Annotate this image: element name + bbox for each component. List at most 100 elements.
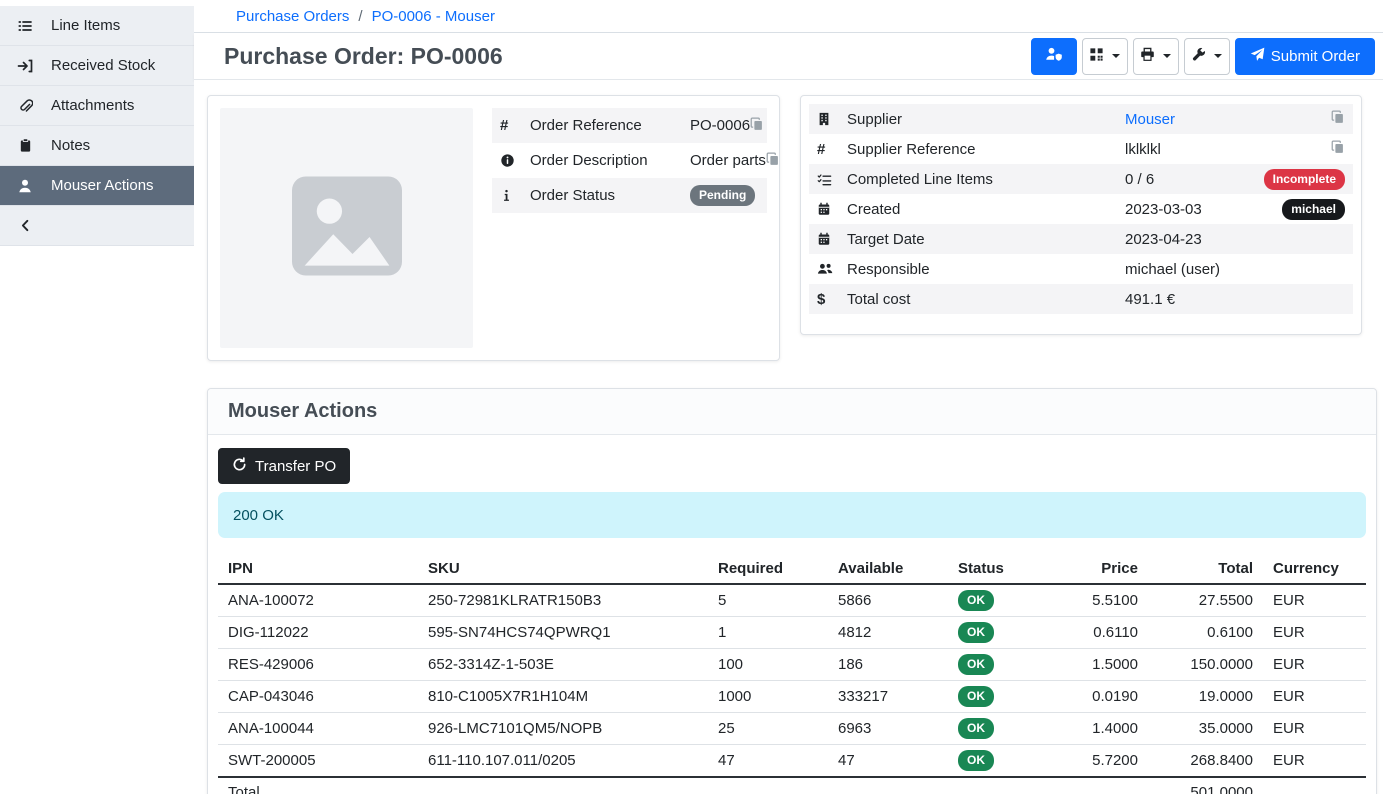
order-status-badge: Pending (690, 185, 755, 206)
col-header-status: Status (948, 554, 1048, 584)
list-icon (15, 18, 35, 34)
table-row: CAP-043046 810-C1005X7R1H104M 1000 33321… (218, 681, 1366, 713)
paperclip-icon (15, 98, 35, 114)
sidebar-item-received-stock[interactable]: Received Stock (0, 46, 194, 86)
copy-icon[interactable] (1331, 110, 1345, 128)
detail-row-order-description: Order Description Order parts (492, 143, 767, 178)
cell-price: 5.7200 (1048, 745, 1148, 778)
status-alert: 200 OK (218, 492, 1366, 538)
col-header-ipn: IPN (218, 554, 418, 584)
cell-available: 333217 (828, 681, 948, 713)
sidebar-item-mouser-actions[interactable]: Mouser Actions (0, 166, 194, 206)
detail-value: 491.1 € (1125, 291, 1175, 308)
cell-available: 6963 (828, 713, 948, 745)
qr-code-icon (1089, 47, 1104, 66)
copy-icon[interactable] (750, 117, 764, 135)
col-header-total: Total (1148, 554, 1263, 584)
paper-plane-icon (1250, 47, 1265, 66)
status-ok-badge: OK (958, 718, 994, 739)
alert-text: 200 OK (233, 507, 284, 524)
cell-currency: EUR (1263, 745, 1366, 778)
cell-status: OK (948, 681, 1048, 713)
sidebar-item-label: Line Items (51, 17, 120, 34)
cell-price: 0.0190 (1048, 681, 1148, 713)
sidebar-item-label: Attachments (51, 97, 134, 114)
part-image-placeholder (220, 108, 473, 348)
image-placeholder-icon (281, 160, 413, 296)
assign-user-button[interactable] (1031, 38, 1077, 75)
sidebar-collapse-button[interactable] (0, 206, 194, 246)
cell-status: OK (948, 584, 1048, 617)
copy-icon[interactable] (1331, 140, 1345, 158)
cell-currency: EUR (1263, 649, 1366, 681)
detail-row-total-cost: $ Total cost 491.1 € (809, 284, 1353, 314)
detail-label: Created (847, 201, 1125, 218)
copy-icon[interactable] (766, 152, 780, 170)
refresh-icon (232, 457, 247, 476)
cell-sku: 810-C1005X7R1H104M (418, 681, 708, 713)
detail-row-order-status: Order Status Pending (492, 178, 767, 213)
col-header-sku: SKU (418, 554, 708, 584)
cell-required: 47 (708, 745, 828, 778)
transfer-po-button[interactable]: Transfer PO (218, 448, 350, 484)
dollar-icon: $ (817, 291, 847, 308)
cell-total: 27.5500 (1148, 584, 1263, 617)
detail-label: Order Status (530, 187, 690, 204)
barcode-dropdown-button[interactable] (1082, 38, 1128, 75)
cell-total: 150.0000 (1148, 649, 1263, 681)
breadcrumb-link-current[interactable]: PO-0006 - Mouser (372, 8, 495, 25)
breadcrumb-link-purchase-orders[interactable]: Purchase Orders (236, 8, 349, 25)
print-dropdown-button[interactable] (1133, 38, 1179, 75)
cell-currency: EUR (1263, 617, 1366, 649)
cell-available: 47 (828, 745, 948, 778)
submit-order-button[interactable]: Submit Order (1235, 38, 1375, 75)
table-row: ANA-100044 926-LMC7101QM5/NOPB 25 6963 O… (218, 713, 1366, 745)
detail-row-supplier-reference: # Supplier Reference lklklkl (809, 134, 1353, 164)
info-icon (500, 189, 530, 202)
cell-available: 186 (828, 649, 948, 681)
detail-label: Order Reference (530, 117, 690, 134)
hash-icon: # (817, 141, 847, 158)
panel-title: Mouser Actions (228, 400, 377, 423)
order-actions-dropdown-button[interactable] (1184, 38, 1230, 75)
supplier-link[interactable]: Mouser (1125, 111, 1175, 128)
breadcrumb: Purchase Orders / PO-0006 - Mouser (194, 0, 1383, 33)
cell-price: 5.5100 (1048, 584, 1148, 617)
chevron-down-icon (1214, 54, 1222, 58)
cell-required: 25 (708, 713, 828, 745)
cell-sku: 250-72981KLRATR150B3 (418, 584, 708, 617)
cell-required: 1000 (708, 681, 828, 713)
cell-sku: 926-LMC7101QM5/NOPB (418, 713, 708, 745)
status-ok-badge: OK (958, 622, 994, 643)
app: Line Items Received Stock Attachments No… (0, 0, 1383, 794)
note-icon (15, 138, 35, 153)
cell-ipn: CAP-043046 (218, 681, 418, 713)
table-row: DIG-112022 595-SN74HCS74QPWRQ1 1 4812 OK… (218, 617, 1366, 649)
detail-row-completed-line-items: Completed Line Items 0 / 6 Incomplete (809, 164, 1353, 194)
detail-value: PO-0006 (690, 117, 750, 134)
sidebar-item-line-items[interactable]: Line Items (0, 6, 194, 46)
page-header: Purchase Order: PO-0006 (194, 33, 1383, 80)
detail-row-order-reference: # Order Reference PO-0006 (492, 108, 767, 143)
sidebar-item-notes[interactable]: Notes (0, 126, 194, 166)
order-details-section: # Order Reference PO-0006 Order Descri (207, 95, 1362, 361)
line-items-table: IPN SKU Required Available Status Price … (218, 554, 1366, 794)
col-header-available: Available (828, 554, 948, 584)
detail-row-responsible: Responsible michael (user) (809, 254, 1353, 284)
wrench-icon (1191, 47, 1206, 66)
list-check-icon (817, 172, 847, 187)
incomplete-badge: Incomplete (1264, 169, 1345, 190)
cell-ipn: RES-429006 (218, 649, 418, 681)
sidebar-item-label: Mouser Actions (51, 177, 154, 194)
detail-row-target-date: Target Date 2023-04-23 (809, 224, 1353, 254)
cell-status: OK (948, 745, 1048, 778)
col-header-required: Required (708, 554, 828, 584)
cell-ipn: SWT-200005 (218, 745, 418, 778)
cell-available: 4812 (828, 617, 948, 649)
sidebar-item-attachments[interactable]: Attachments (0, 86, 194, 126)
cell-total: 268.8400 (1148, 745, 1263, 778)
cell-price: 1.4000 (1048, 713, 1148, 745)
detail-label: Order Description (530, 152, 690, 169)
cell-currency: EUR (1263, 713, 1366, 745)
detail-label: Supplier Reference (847, 141, 1125, 158)
